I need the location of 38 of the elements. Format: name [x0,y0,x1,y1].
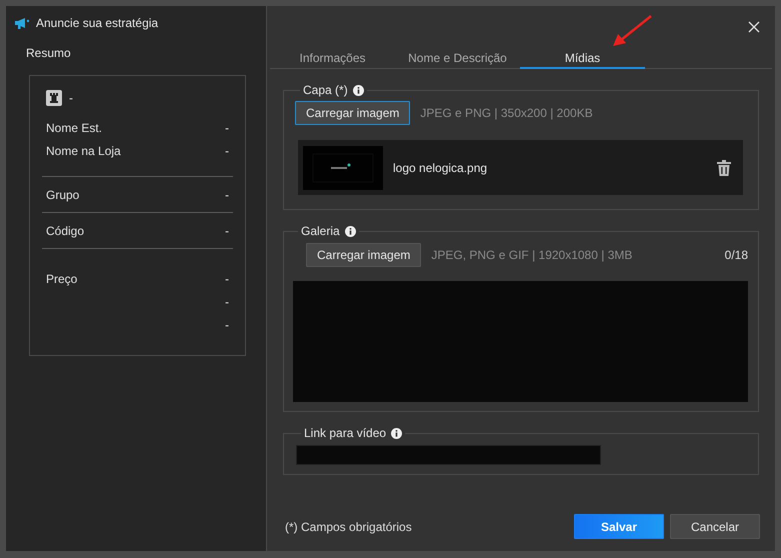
required-note: (*) Campos obrigatórios [285,520,412,534]
field-label: Nome Est. [46,120,102,134]
format-hint: JPEG e PNG | 350x200 | 200KB [420,106,593,120]
tab[interactable]: Mídias [520,49,645,69]
megaphone-icon [14,17,30,29]
upload-button[interactable]: Carregar imagem [306,243,422,267]
image-count: 0/18 [724,248,748,262]
link-field[interactable] [296,445,601,465]
info-icon [391,428,402,438]
format-hint: JPEG, PNG e GIF | 1920x1080 | 3MB [431,248,632,262]
section-label: Link para vídeo [304,426,386,440]
field-label: Nome na Loja [46,144,121,158]
field-value: - [225,224,229,238]
info-icon [352,84,364,96]
field-value: - [225,188,229,202]
save-button[interactable]: Salvar [574,514,664,539]
field-label: Preço [46,272,78,286]
file-name: logo nelogica.png [393,160,488,174]
rook-icon [46,90,62,106]
window-title: Anuncie sua estratégia [36,16,158,30]
info-icon [344,226,356,236]
summary-value: - [69,91,73,105]
section-title: Resumo [26,46,72,60]
close-icon[interactable] [748,21,760,33]
tab[interactable]: Nome e Descrição [395,49,520,69]
upload-button[interactable]: Carregar imagem [295,101,410,125]
field-value: - [225,120,229,134]
section-label: Capa (*) [303,83,348,97]
cancel-button[interactable]: Cancelar [670,514,760,539]
field-label: Código [46,224,84,238]
field-value: - [225,272,229,286]
field-label: Grupo [46,188,80,202]
field-value: - [225,294,229,308]
section-label: Galeria [301,224,340,238]
field-value: - [225,144,229,158]
tab[interactable]: Informações [270,49,395,69]
field-value: - [225,318,229,332]
trash-icon[interactable] [717,160,731,176]
